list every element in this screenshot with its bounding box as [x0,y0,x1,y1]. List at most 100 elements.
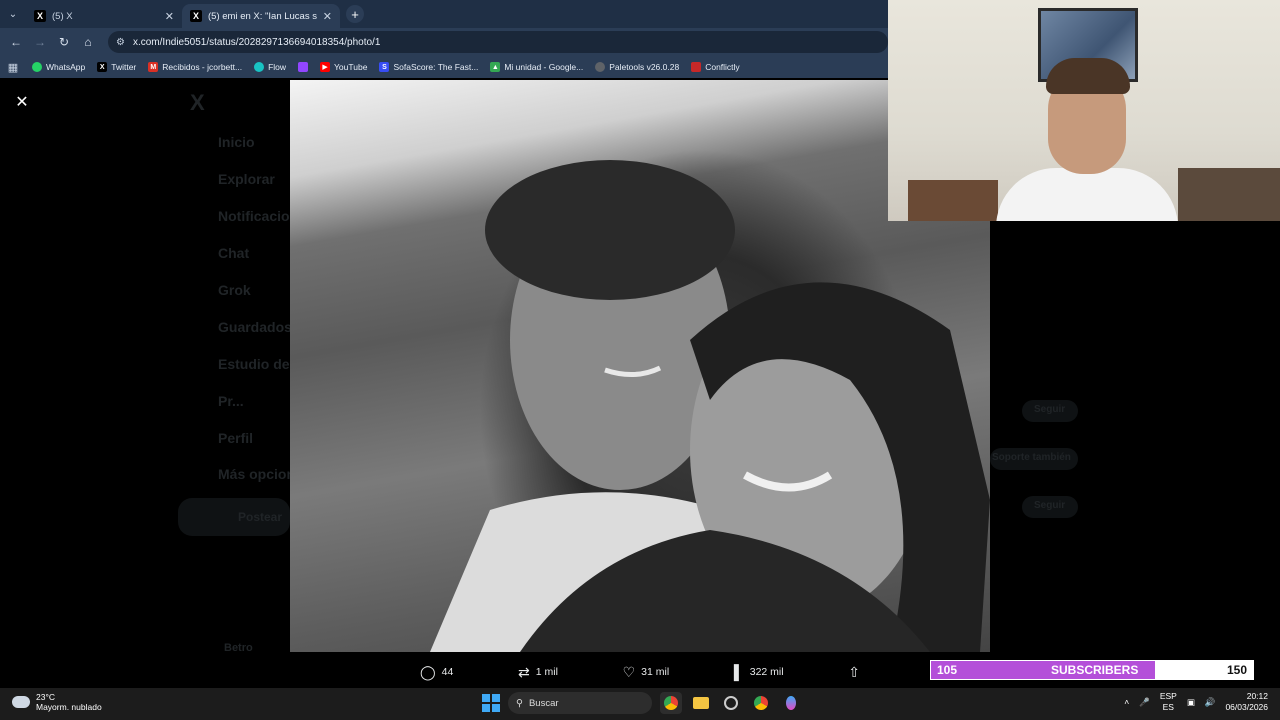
windows-taskbar: 23°C Mayorm. nublado ⚲ Buscar ˄ 🎤 ESP ES… [0,688,1280,720]
taskbar-search[interactable]: ⚲ Buscar [508,692,652,714]
file-explorer-icon[interactable] [690,692,712,714]
url-text: x.com/Indie5051/status/20282971366940183… [132,36,381,48]
subscriber-label: SUBSCRIBERS [1051,663,1139,677]
share-button[interactable]: ⇧ [848,664,860,681]
bookmark-paletools[interactable]: Paletools v26.0.28 [589,62,685,72]
reload-icon[interactable]: ↻ [52,28,76,56]
weather-widget[interactable]: 23°C Mayorm. nublado [12,692,102,712]
views-button[interactable]: ▌ 322 mil [734,664,784,680]
follow-label-ghost: Seguir [1034,500,1066,511]
back-arrow-icon[interactable]: ← [4,28,28,56]
bookmark-twitter[interactable]: X Twitter [91,62,142,72]
reply-count: 44 [441,666,454,678]
bookmarks-bar: ▦ WhatsApp X Twitter M Recibidos - jcorbet… [0,56,888,78]
chrome-profile-icon[interactable] [750,692,772,714]
close-tab-icon[interactable]: ✕ [165,10,174,23]
bookmark-gmail[interactable]: M Recibidos - jcorbett... [142,62,248,72]
account-name-ghost: Betro [224,642,253,654]
tab-search-chevron-icon[interactable]: ⌄ [0,0,26,28]
forward-arrow-icon[interactable]: → [28,28,52,56]
subscriber-progress-fill: 105 SUBSCRIBERS [931,661,1155,679]
repost-icon: ⇄ [518,663,530,680]
close-tab-icon[interactable]: ✕ [323,10,332,23]
youtube-icon: ▶ [320,62,331,72]
temperature: 23°C [36,692,55,702]
bookmark-conflictly[interactable]: Conflictly [685,62,745,72]
bookmark-google-drive[interactable]: ▲ Mi unidad - Google... [484,62,589,72]
x-logo-icon: X [190,90,205,115]
globe-icon [595,62,606,72]
post-photo[interactable] [290,80,990,652]
new-tab-button[interactable]: + [346,5,364,23]
conflictly-icon [691,62,702,72]
bookmark-sofascore[interactable]: S SofaScore: The Fast... [373,62,484,72]
bookmark-whatsapp[interactable]: WhatsApp [26,62,91,72]
browser-tab-bar: ⌄ X (5) X ✕ X (5) emi en X: "Ian Lucas s… [0,0,888,28]
address-bar[interactable]: ⚙ x.com/Indie5051/status/202829713669401… [108,31,888,53]
home-icon[interactable]: ⌂ [76,28,100,56]
language-indicator[interactable]: ESP ES [1160,691,1177,713]
like-count: 31 mil [641,666,670,678]
app-drop-icon[interactable] [780,692,802,714]
post-action-bar: ◯ 44 ⇄ 1 mil ♡ 31 mil ▌ 322 mil ⇧ [420,662,860,682]
subscriber-goal: 150 [1226,663,1247,677]
close-viewer-icon[interactable]: ✕ [12,92,32,112]
obs-icon[interactable] [720,692,742,714]
drive-icon: ▲ [490,62,501,72]
nav-home-ghost: Inicio [218,134,255,150]
bed [1178,168,1280,221]
x-logo-icon: X [190,10,202,22]
flow-icon [254,62,265,72]
search-icon: ⚲ [516,697,523,709]
taskbar-center: ⚲ Buscar [482,692,802,714]
support-label-ghost: Soporte también [992,452,1071,463]
chair [908,180,998,221]
sofascore-icon: S [379,62,390,72]
chevron-up-icon[interactable]: ˄ [1124,697,1129,707]
view-count: 322 mil [749,666,784,678]
tab-x-home[interactable]: X (5) X ✕ [26,4,182,28]
site-info-icon[interactable]: ⚙ [116,37,125,48]
nav-chat-ghost: Chat [218,245,250,261]
volume-icon[interactable]: 🔊 [1205,697,1216,708]
webcam-overlay [888,0,1280,221]
cloud-icon [12,696,30,708]
bar-chart-icon: ▌ [733,664,744,680]
nav-profile-ghost: Perfil [218,430,254,446]
reply-bubble-icon: ◯ [420,663,436,680]
clock[interactable]: 20:12 06/03/2026 [1225,691,1268,713]
chrome-icon[interactable] [660,692,682,714]
reply-button[interactable]: ◯ 44 [420,664,453,681]
heart-icon: ♡ [622,663,636,680]
apps-grid-icon[interactable]: ▦ [0,61,26,74]
post-button-label: Postear [238,510,283,524]
share-upload-icon: ⇧ [848,663,860,680]
bookmark-flow[interactable]: Flow [248,62,292,72]
like-button[interactable]: ♡ 31 mil [623,664,670,681]
bookmark-twitch[interactable] [292,62,314,72]
screen: ⌄ X (5) X ✕ X (5) emi en X: "Ian Lucas s… [0,0,1280,720]
nav-grok-ghost: Grok [218,282,251,298]
x-icon: X [97,62,108,72]
tab-title: (5) emi en X: "Ian Lucas se harto" [208,10,317,22]
streamer-hair [1046,58,1130,94]
x-logo-icon: X [34,10,46,22]
subscriber-current: 105 [937,663,958,677]
tab-x-status[interactable]: X (5) emi en X: "Ian Lucas se harto" ✕ [182,4,340,28]
nav-bookmarks-ghost: Guardados [218,319,292,335]
weather-condition: Mayorm. nublado [36,702,102,712]
gmail-icon: M [148,62,159,72]
nav-explore-ghost: Explorar [218,171,275,187]
browser-nav-bar: ← → ↻ ⌂ ⚙ x.com/Indie5051/status/2028297… [0,28,888,56]
subscriber-goal-bar: 105 SUBSCRIBERS 150 [930,660,1254,680]
bookmark-youtube[interactable]: ▶ YouTube [314,62,373,72]
microphone-icon[interactable]: 🎤 [1139,697,1150,708]
windows-start-icon[interactable] [482,694,500,712]
twitch-icon [298,62,309,72]
tab-title: (5) X [52,10,73,22]
repost-button[interactable]: ⇄ 1 mil [518,664,558,681]
nav-premium-ghost: Pr... [218,393,244,409]
follow-label-ghost: Seguir [1034,404,1066,415]
streamer-body [996,168,1178,221]
network-icon[interactable]: ▣ [1187,697,1195,708]
